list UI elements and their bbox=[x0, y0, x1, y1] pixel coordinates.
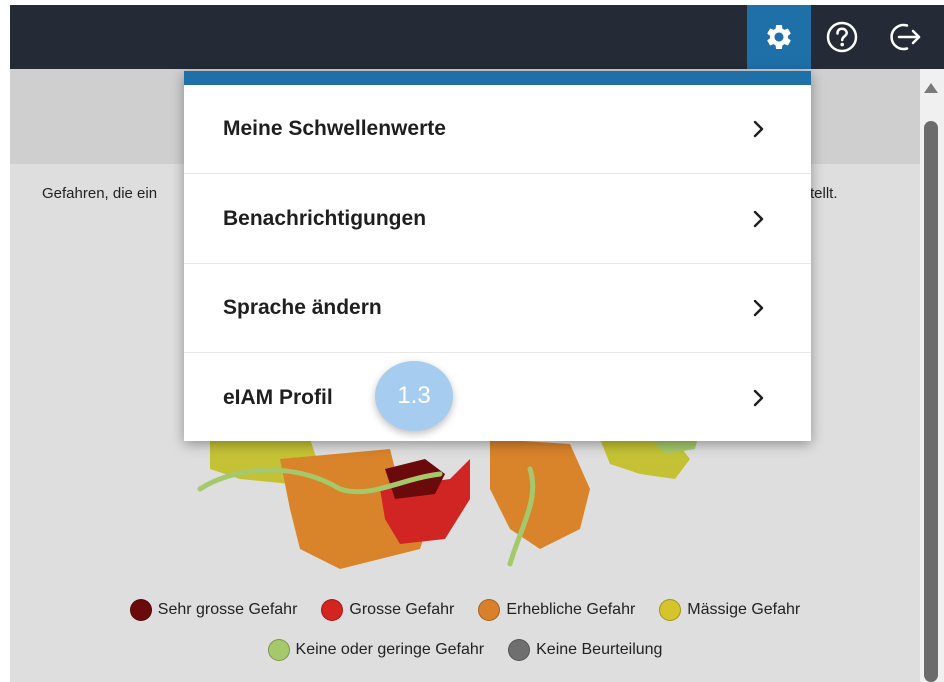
chevron-right-icon bbox=[753, 299, 764, 317]
legend-item-no-assessment: Keine Beurteilung bbox=[508, 639, 662, 661]
legend-dot-low bbox=[267, 639, 290, 661]
legend-label: Mässige Gefahr bbox=[687, 601, 801, 618]
legend-label: Keine Beurteilung bbox=[536, 641, 663, 658]
legend-label: Sehr grosse Gefahr bbox=[157, 601, 298, 618]
legend-label: Grosse Gefahr bbox=[349, 601, 455, 618]
legend-dot-considerable bbox=[478, 599, 501, 621]
scrollbar-thumb[interactable] bbox=[924, 121, 938, 682]
legend-dot-no-assessment bbox=[508, 639, 531, 661]
menu-item-notifications[interactable]: Benachrichtigungen bbox=[184, 175, 811, 264]
menu-item-my-thresholds[interactable]: Meine Schwellenwerte bbox=[184, 85, 811, 174]
map-region-considerable-east bbox=[490, 439, 590, 549]
intro-text-left: Gefahren, die ein bbox=[42, 185, 158, 202]
help-button[interactable] bbox=[822, 17, 862, 57]
legend-label: Erhebliche Gefahr bbox=[506, 601, 636, 618]
legend-item-moderate: Mässige Gefahr bbox=[659, 599, 800, 621]
legend-row-2: Keine oder geringe Gefahr Keine Beurteil… bbox=[10, 639, 920, 661]
legend-row-1: Sehr grosse Gefahr Grosse Gefahr Erhebli… bbox=[10, 599, 920, 621]
legend-item-very-high: Sehr grosse Gefahr bbox=[129, 599, 298, 621]
scroll-up-icon[interactable] bbox=[924, 83, 938, 93]
legend-dot-very-high bbox=[129, 599, 152, 621]
menu-item-label: Meine Schwellenwerte bbox=[223, 117, 446, 140]
menu-accent-bar bbox=[184, 71, 811, 85]
legend-item-high: Grosse Gefahr bbox=[321, 599, 454, 621]
logout-icon bbox=[890, 23, 921, 51]
scrollbar[interactable] bbox=[920, 69, 944, 682]
settings-button[interactable] bbox=[747, 5, 811, 69]
top-bar bbox=[10, 5, 944, 69]
danger-map bbox=[197, 429, 700, 569]
chevron-right-icon bbox=[753, 210, 764, 228]
gear-icon bbox=[767, 24, 791, 49]
settings-menu: Meine Schwellenwerte Benachrichtigungen … bbox=[184, 71, 811, 441]
logout-button[interactable] bbox=[882, 17, 926, 57]
legend-item-considerable: Erhebliche Gefahr bbox=[478, 599, 635, 621]
legend-dot-high bbox=[321, 599, 344, 621]
legend-item-low: Keine oder geringe Gefahr bbox=[267, 639, 485, 661]
chevron-right-icon bbox=[753, 389, 764, 406]
legend-dot-moderate bbox=[659, 599, 682, 621]
menu-item-label: Benachrichtigungen bbox=[223, 207, 427, 230]
menu-item-label: eIAM Profil bbox=[223, 385, 333, 409]
menu-item-eiam-profile[interactable]: eIAM Profil bbox=[184, 353, 811, 442]
legend-label: Keine oder geringe Gefahr bbox=[295, 641, 485, 658]
menu-item-label: Sprache ändern bbox=[223, 296, 382, 319]
intro-text-right: tellt. bbox=[810, 185, 838, 202]
menu-item-change-language[interactable]: Sprache ändern bbox=[184, 264, 811, 353]
step-badge: 1.3 bbox=[375, 361, 453, 431]
help-circle-icon bbox=[826, 21, 858, 53]
chevron-right-icon bbox=[753, 120, 764, 138]
